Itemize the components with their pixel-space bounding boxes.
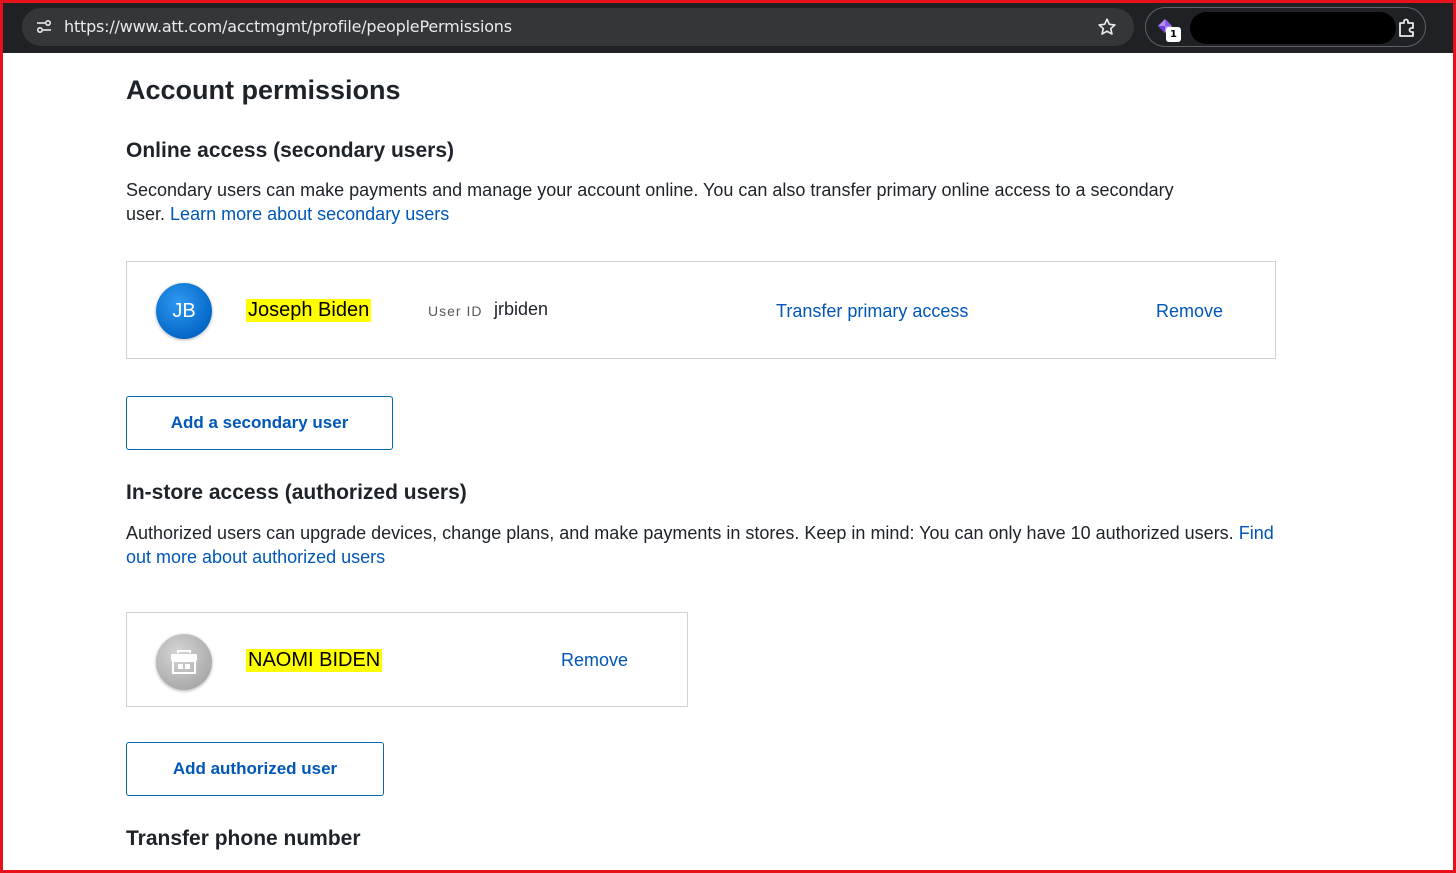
- address-bar[interactable]: https://www.att.com/acctmgmt/profile/peo…: [22, 8, 1134, 46]
- transfer-primary-access-link[interactable]: Transfer primary access: [776, 301, 968, 322]
- user-id-label: User ID: [428, 303, 483, 319]
- puzzle-icon[interactable]: [1396, 16, 1420, 40]
- store-icon: [156, 634, 212, 690]
- site-info-icon[interactable]: [32, 15, 56, 39]
- extension-badge: 1: [1166, 27, 1181, 42]
- authorized-user-name: NAOMI BIDEN: [246, 649, 383, 672]
- browser-toolbar: https://www.att.com/acctmgmt/profile/peo…: [0, 0, 1456, 53]
- page-title: Account permissions: [126, 75, 401, 105]
- online-access-title: Online access (secondary users): [126, 139, 454, 162]
- add-authorized-user-button[interactable]: Add authorized user: [126, 742, 384, 796]
- user-id-value: jrbiden: [494, 299, 549, 319]
- instore-access-title: In-store access (authorized users): [126, 481, 467, 504]
- bookmark-star-icon[interactable]: [1096, 16, 1118, 38]
- transfer-phone-number-title: Transfer phone number: [126, 827, 361, 850]
- redacted-profile: [1190, 12, 1396, 44]
- url-text[interactable]: https://www.att.com/acctmgmt/profile/peo…: [64, 17, 512, 36]
- add-secondary-user-button[interactable]: Add a secondary user: [126, 396, 393, 450]
- secondary-user-card: JB Joseph Biden User ID jrbiden Transfer…: [126, 261, 1276, 359]
- remove-authorized-user-link[interactable]: Remove: [561, 650, 628, 671]
- instore-access-description-text: Authorized users can upgrade devices, ch…: [126, 523, 1234, 543]
- remove-secondary-user-link[interactable]: Remove: [1156, 301, 1223, 322]
- online-access-description: Secondary users can make payments and ma…: [126, 178, 1196, 226]
- avatar: JB: [156, 283, 212, 339]
- secondary-user-name: Joseph Biden: [246, 299, 372, 322]
- profile-pill[interactable]: 1: [1145, 7, 1426, 47]
- learn-more-secondary-users-link[interactable]: Learn more about secondary users: [170, 204, 449, 224]
- authorized-user-card: NAOMI BIDEN Remove: [126, 612, 688, 707]
- instore-access-description: Authorized users can upgrade devices, ch…: [126, 521, 1286, 569]
